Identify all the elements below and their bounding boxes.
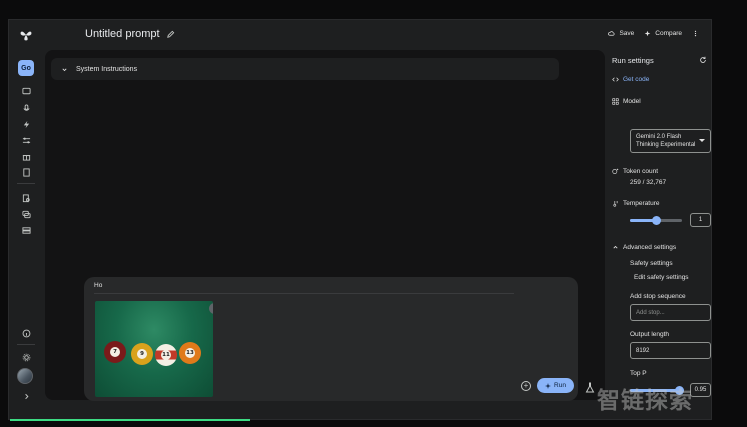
run-sparkle-icon — [545, 382, 552, 389]
user-avatar[interactable] — [17, 368, 33, 384]
thermometer-icon — [613, 201, 618, 207]
safety-settings-label: Safety settings — [630, 260, 673, 267]
run-settings-panel: Run settings Get code Model Gemini 2.0 F… — [605, 50, 713, 420]
dropdown-caret-icon — [699, 139, 705, 142]
rail-tune-icon[interactable] — [18, 132, 34, 148]
ball-number: 7 — [110, 347, 120, 357]
token-count-label: Token count — [623, 168, 659, 175]
temperature-label: Temperature — [623, 200, 660, 207]
add-media-plus-icon[interactable]: + — [521, 381, 531, 391]
reset-refresh-icon[interactable] — [699, 56, 707, 64]
rail-bolt-icon[interactable] — [18, 116, 34, 132]
top-p-input[interactable]: 0.95 — [690, 383, 711, 397]
system-instructions-toggle[interactable]: System Instructions — [51, 58, 559, 80]
flask-icon[interactable] — [585, 382, 595, 394]
billiard-ball: 11 — [155, 344, 177, 366]
model-grid-icon — [612, 98, 619, 105]
rail-expand-chevron-icon[interactable] — [18, 388, 34, 404]
watermark-text: 智链探索 — [597, 388, 693, 414]
ball-number: 13 — [185, 348, 195, 358]
run-label: Run — [554, 382, 566, 389]
remove-image-close-icon[interactable]: × — [209, 303, 213, 314]
rail-divider — [17, 183, 35, 184]
token-count-value: 259 / 32,767 — [630, 179, 667, 186]
rail-info-icon[interactable] — [18, 325, 34, 341]
model-select[interactable]: Gemini 2.0 Flash Thinking Experimental — [630, 129, 711, 153]
model-row: Model — [612, 98, 641, 105]
more-options-icon[interactable] — [692, 30, 699, 37]
stop-sequence-label: Add stop sequence — [630, 293, 686, 300]
save-label: Save — [619, 30, 635, 37]
chevron-up-icon — [613, 245, 618, 249]
edit-title-pencil-icon[interactable] — [166, 30, 175, 39]
stop-sequence-input[interactable]: Add stop... — [630, 304, 711, 321]
run-button[interactable]: Run — [537, 378, 574, 393]
advanced-settings-toggle[interactable]: Advanced settings — [612, 244, 676, 251]
save-cloud-icon — [608, 31, 616, 36]
prompt-input[interactable]: Ho — [94, 282, 102, 289]
token-count-icon — [612, 168, 619, 174]
app-window: Go Untitled prompt Save Compare System I… — [8, 19, 712, 420]
compare-label: Compare — [655, 30, 682, 37]
get-code-label: Get code — [623, 76, 650, 83]
output-length-input[interactable]: 8192 — [630, 342, 711, 359]
rail-chat-icon[interactable] — [18, 83, 34, 99]
rail-settings-gear-icon[interactable] — [18, 349, 34, 365]
input-underline — [94, 293, 514, 294]
prompt-title-text[interactable]: Untitled prompt — [85, 28, 160, 40]
edit-safety-settings-link[interactable]: Edit safety settings — [634, 274, 689, 281]
compare-sparkle-icon — [644, 30, 651, 37]
app-logo-icon[interactable] — [19, 28, 33, 42]
save-button[interactable]: Save — [608, 30, 634, 37]
compare-button[interactable]: Compare — [644, 30, 682, 37]
attached-image-billiard-balls: 7 9 11 13 × — [95, 301, 213, 397]
rail-active-label: Go — [21, 64, 31, 72]
run-settings-title: Run settings — [612, 56, 654, 65]
rail-mic-icon[interactable] — [18, 100, 34, 116]
rail-get-api-key-button[interactable]: Go — [18, 60, 34, 76]
rail-storage-icon[interactable] — [18, 222, 34, 238]
top-p-label: Top P — [630, 370, 647, 377]
code-icon — [612, 77, 619, 82]
get-code-link[interactable]: Get code — [612, 76, 649, 83]
billiard-ball: 9 — [131, 343, 153, 365]
rail-gift-icon[interactable] — [18, 148, 34, 164]
header-actions: Save Compare — [608, 30, 699, 37]
ball-number: 11 — [161, 350, 171, 360]
token-count-row: Token count — [612, 168, 658, 175]
ball-number: 9 — [137, 349, 147, 359]
prompt-title: Untitled prompt — [85, 28, 175, 40]
temperature-slider-thumb[interactable] — [651, 216, 661, 225]
model-label: Model — [623, 98, 641, 105]
billiard-ball: 7 — [104, 341, 126, 363]
advanced-settings-label: Advanced settings — [623, 244, 677, 251]
rail-forum-icon[interactable] — [18, 206, 34, 222]
progress-indicator — [10, 419, 250, 421]
model-select-value: Gemini 2.0 Flash Thinking Experimental — [636, 134, 696, 148]
output-length-label: Output length — [630, 331, 670, 338]
rail-search-doc-icon[interactable] — [18, 190, 34, 206]
temperature-row: Temperature — [612, 200, 660, 207]
temperature-slider[interactable] — [630, 216, 682, 225]
rail-book-icon[interactable] — [18, 164, 34, 180]
prompt-composer: Ho 7 9 11 13 × + Run — [84, 277, 578, 401]
chevron-down-icon — [62, 68, 67, 71]
left-rail: Go — [9, 20, 43, 419]
rail-divider-bottom — [17, 344, 35, 345]
temperature-input[interactable]: 1 — [690, 213, 711, 227]
system-instructions-label: System Instructions — [76, 65, 138, 73]
billiard-ball: 13 — [179, 342, 201, 364]
